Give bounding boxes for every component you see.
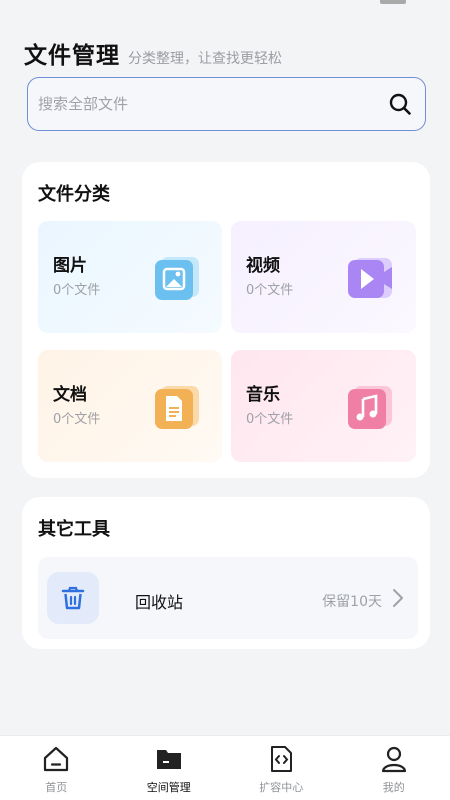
tab-label: 扩容中心 — [259, 781, 304, 794]
bottom-tab-bar: 首页 空间管理 扩容中心 我的 — [0, 735, 450, 800]
tab-expansion-center[interactable]: 扩容中心 — [225, 736, 338, 800]
category-label: 图片 — [53, 256, 87, 276]
tab-space-management[interactable]: 空间管理 — [113, 736, 226, 800]
category-label: 文档 — [53, 385, 87, 405]
other-tools-card: 其它工具 回收站 保留10天 — [22, 497, 430, 649]
category-label: 视频 — [246, 256, 280, 276]
category-tile-music[interactable]: 音乐 0个文件 — [231, 350, 416, 462]
chevron-right-icon — [393, 589, 403, 607]
status-bar-battery — [380, 0, 406, 4]
category-count: 0个文件 — [53, 412, 101, 427]
section-title-tools: 其它工具 — [38, 519, 110, 540]
trash-icon — [47, 572, 99, 624]
category-tile-document[interactable]: 文档 0个文件 — [38, 350, 222, 462]
folder-icon — [154, 744, 184, 774]
page-subtitle: 分类整理，让查找更轻松 — [128, 51, 282, 67]
category-label: 音乐 — [246, 385, 280, 405]
retention-hint: 保留10天 — [322, 594, 382, 610]
file-category-card: 文件分类 图片 0个文件 视频 0个文件 文档 0个文件 音乐 0个文件 — [22, 162, 430, 478]
recycle-bin-row[interactable]: 回收站 保留10天 — [38, 557, 418, 639]
tab-label: 我的 — [382, 781, 405, 794]
music-icon — [348, 386, 392, 429]
image-icon — [155, 257, 199, 300]
video-icon — [348, 258, 392, 298]
search-input[interactable] — [38, 95, 387, 113]
page-header: 文件管理 分类整理，让查找更轻松 — [24, 36, 282, 70]
tab-label: 空间管理 — [146, 781, 191, 794]
category-tile-video[interactable]: 视频 0个文件 — [231, 221, 416, 333]
page-title: 文件管理 — [24, 43, 120, 69]
tab-home[interactable]: 首页 — [0, 736, 113, 800]
tab-mine[interactable]: 我的 — [338, 736, 450, 800]
document-icon — [155, 386, 199, 429]
category-count: 0个文件 — [246, 412, 294, 427]
code-file-icon — [266, 744, 296, 774]
tab-label: 首页 — [45, 781, 68, 794]
home-icon — [41, 744, 71, 774]
category-tile-image[interactable]: 图片 0个文件 — [38, 221, 222, 333]
user-icon — [379, 744, 409, 774]
category-count: 0个文件 — [246, 283, 294, 298]
section-title-categories: 文件分类 — [38, 184, 110, 205]
tool-label: 回收站 — [135, 593, 184, 612]
search-bar[interactable] — [27, 77, 426, 131]
search-icon[interactable] — [387, 91, 413, 117]
category-count: 0个文件 — [53, 283, 101, 298]
